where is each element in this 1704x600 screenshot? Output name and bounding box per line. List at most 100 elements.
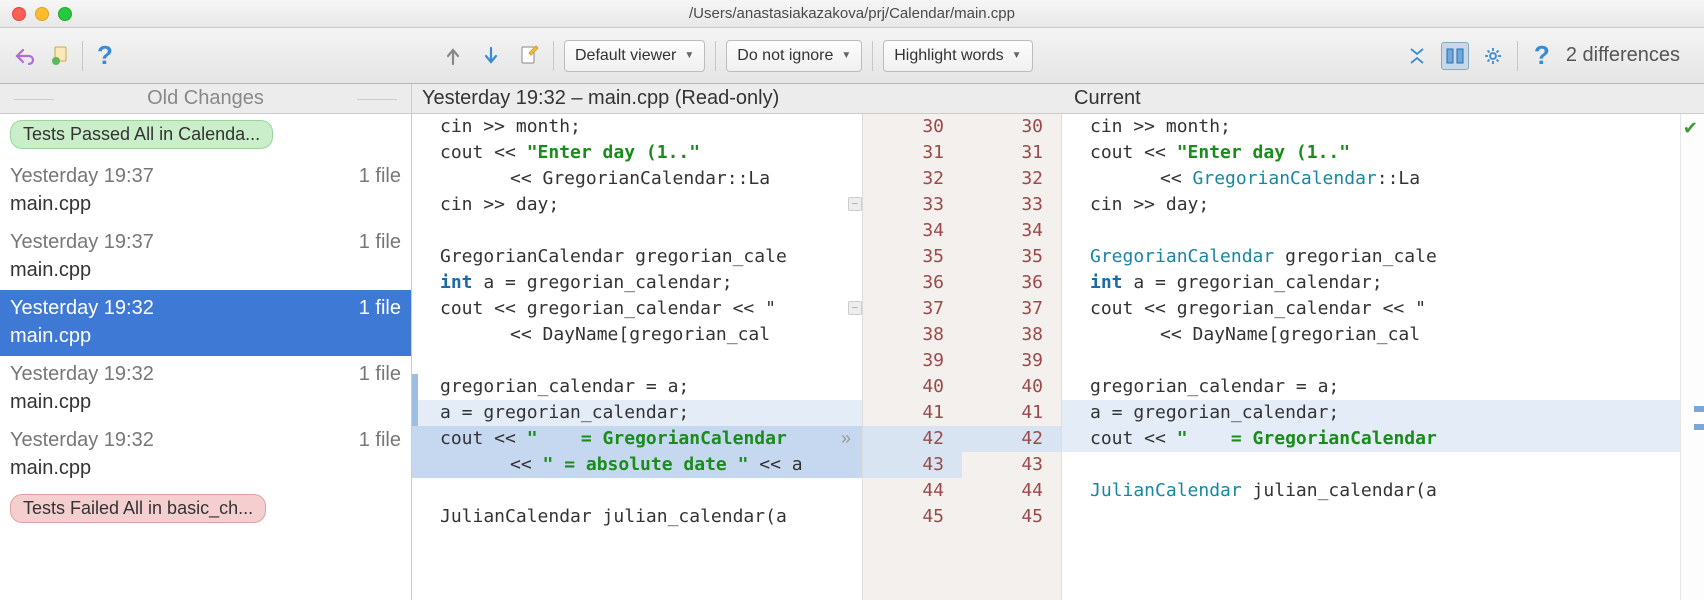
change-item[interactable]: Yesterday 19:371 file main.cpp [0, 224, 411, 290]
change-item[interactable]: Yesterday 19:321 file main.cpp [0, 356, 411, 422]
help-button[interactable]: ? [91, 42, 119, 70]
highlight-mode-label: Highlight words [894, 47, 1003, 65]
line-number: 32 [863, 166, 962, 192]
line-gutter: 30 31 32 33 34 35 36 37 38 39 40 41 42 4… [862, 114, 1062, 600]
ignore-mode-select[interactable]: Do not ignore▼ [726, 40, 862, 72]
change-time: Yesterday 19:32 [10, 426, 154, 454]
line-number: 39 [863, 348, 962, 374]
line-number: 31 [962, 140, 1061, 166]
line-number: 38 [962, 322, 1061, 348]
code-line: –cout << gregorian_calendar << " [1062, 296, 1680, 322]
code-line: cout << "Enter day (1.." [412, 140, 862, 166]
change-item[interactable]: Yesterday 19:371 file main.cpp [0, 158, 411, 224]
separator [553, 41, 554, 71]
fold-handle[interactable]: – [848, 197, 862, 211]
code-line-diff: << " = absolute date " << a [412, 452, 862, 478]
change-filename: main.cpp [10, 190, 401, 218]
line-number: 34 [962, 218, 1061, 244]
code-line: cin >> day;– [412, 192, 862, 218]
error-stripe[interactable]: ✔ [1680, 114, 1704, 600]
code-line [1062, 348, 1680, 374]
code-line: gregorian_calendar = a; [1062, 374, 1680, 400]
titlebar: /Users/anastasiakazakova/prj/Calendar/ma… [0, 0, 1704, 28]
change-item-selected[interactable]: Yesterday 19:321 file main.cpp [0, 290, 411, 356]
sidebar-header: Old Changes [0, 84, 412, 113]
code-line: << DayName[gregorian_cal [1062, 322, 1680, 348]
line-number: 45 [863, 504, 962, 530]
tests-passed-badge[interactable]: Tests Passed All in Calenda... [10, 120, 273, 149]
code-line [1062, 504, 1680, 530]
edit-source-button[interactable] [515, 42, 543, 70]
code-line-diff: cout << " = GregorianCalendar [1062, 426, 1680, 452]
code-line: int a = gregorian_calendar; [412, 270, 862, 296]
undo-button[interactable] [10, 42, 38, 70]
code-line: cin >> month; [1062, 114, 1680, 140]
highlight-mode-select[interactable]: Highlight words ▼ [883, 40, 1032, 72]
sync-scroll-button[interactable] [1441, 42, 1469, 70]
prev-diff-button[interactable] [439, 42, 467, 70]
code-line [412, 478, 862, 504]
line-number: 38 [863, 322, 962, 348]
line-number: 44 [863, 478, 962, 504]
code-line [1062, 218, 1680, 244]
code-line: << DayName[gregorian_cal [412, 322, 862, 348]
right-pane-title: Current [1064, 84, 1704, 113]
file-status-button[interactable] [46, 42, 74, 70]
next-diff-button[interactable] [477, 42, 505, 70]
code-line: int a = gregorian_calendar; [1062, 270, 1680, 296]
line-number: 34 [863, 218, 962, 244]
viewer-mode-label: Default viewer [575, 47, 676, 65]
gutter-right-col: 30 31 32 33 34 35 36 37 38 39 40 41 42 4… [962, 114, 1061, 600]
subheader: Old Changes Yesterday 19:32 – main.cpp (… [0, 84, 1704, 114]
apply-diff-button[interactable]: » [841, 428, 851, 449]
line-number: 37 [863, 296, 962, 322]
line-number: 41 [863, 400, 962, 426]
changes-sidebar: Tests Passed All in Calenda... Yesterday… [0, 114, 412, 600]
change-filecount: 1 file [359, 360, 401, 388]
line-number: 42 [962, 426, 1061, 452]
diff-marker[interactable] [1694, 424, 1704, 430]
code-line: –cin >> day; [1062, 192, 1680, 218]
left-code-pane[interactable]: cin >> month; cout << "Enter day (1.." <… [412, 114, 862, 600]
viewer-mode-select[interactable]: Default viewer▼ [564, 40, 705, 72]
left-pane-title: Yesterday 19:32 – main.cpp (Read-only) [412, 84, 1064, 113]
gutter-left-col: 30 31 32 33 34 35 36 37 38 39 40 41 42 4… [863, 114, 962, 600]
diff-marker[interactable] [1694, 406, 1704, 412]
change-filecount: 1 file [359, 426, 401, 454]
line-number: 33 [863, 192, 962, 218]
code-line: cout << "Enter day (1.." [1062, 140, 1680, 166]
code-line: JulianCalendar julian_calendar(a [412, 504, 862, 530]
change-item[interactable]: Yesterday 19:32 1 file main.cpp [0, 422, 411, 488]
main-area: Tests Passed All in Calenda... Yesterday… [0, 114, 1704, 600]
line-number: 36 [962, 270, 1061, 296]
code-line: a = gregorian_calendar; [412, 400, 862, 426]
line-number: 36 [863, 270, 962, 296]
separator [1517, 41, 1518, 71]
line-number: 30 [863, 114, 962, 140]
settings-button[interactable] [1479, 42, 1507, 70]
line-number: 37 [962, 296, 1061, 322]
line-number: 40 [863, 374, 962, 400]
collapse-unchanged-button[interactable] [1403, 42, 1431, 70]
code-line-diff: cout << " = GregorianCalendar [412, 426, 862, 452]
line-number: 45 [962, 504, 1061, 530]
change-time: Yesterday 19:32 [10, 360, 154, 388]
help-button-2[interactable]: ? [1528, 42, 1556, 70]
ignore-mode-label: Do not ignore [737, 47, 833, 65]
code-line: GregorianCalendar gregorian_cale [412, 244, 862, 270]
window-title: /Users/anastasiakazakova/prj/Calendar/ma… [0, 5, 1704, 22]
code-line: gregorian_calendar = a; [412, 374, 862, 400]
change-filename: main.cpp [10, 454, 401, 482]
code-line: a = gregorian_calendar; [1062, 400, 1680, 426]
fold-handle[interactable]: – [848, 301, 862, 315]
code-line [1062, 452, 1680, 478]
chevron-down-icon: ▼ [1012, 50, 1022, 61]
tests-failed-badge[interactable]: Tests Failed All in basic_ch... [10, 494, 266, 523]
diff-area: cin >> month; cout << "Enter day (1.." <… [412, 114, 1704, 600]
code-line: << GregorianCalendar::La [1062, 166, 1680, 192]
separator [715, 41, 716, 71]
line-number: 31 [863, 140, 962, 166]
right-code-pane[interactable]: cin >> month; cout << "Enter day (1.." <… [1062, 114, 1680, 600]
change-filecount: 1 file [359, 294, 401, 322]
separator [82, 41, 83, 71]
